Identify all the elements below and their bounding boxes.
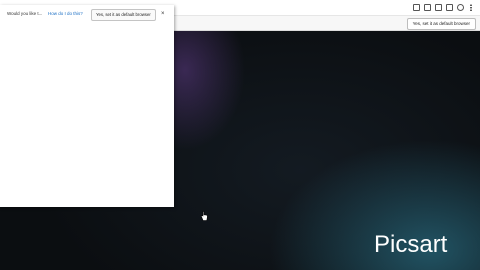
popup-question: Would you like t... — [7, 11, 43, 16]
close-icon[interactable]: × — [161, 10, 165, 18]
toolbar-icons — [413, 3, 474, 12]
how-to-link[interactable]: How do I do this? — [48, 11, 83, 16]
profile-icon[interactable] — [457, 4, 464, 11]
picsart-watermark: Picsart — [374, 231, 448, 258]
extensions-icon[interactable] — [424, 4, 431, 11]
popup-set-default-button[interactable]: Yes, set it as default browser — [91, 9, 156, 21]
set-default-browser-button[interactable]: Yes, set it as default browser — [406, 18, 476, 30]
more-icon[interactable] — [468, 4, 474, 11]
favorites-icon[interactable] — [435, 4, 442, 11]
collections-icon[interactable] — [446, 4, 453, 11]
screenshot-icon[interactable] — [413, 4, 420, 11]
default-browser-popup: Would you like t... How do I do this? Ye… — [0, 5, 174, 207]
popup-header: Would you like t... How do I do this? Ye… — [0, 9, 174, 21]
watermark-text: Picsart — [374, 231, 448, 258]
hand-pointer-icon — [200, 211, 208, 221]
